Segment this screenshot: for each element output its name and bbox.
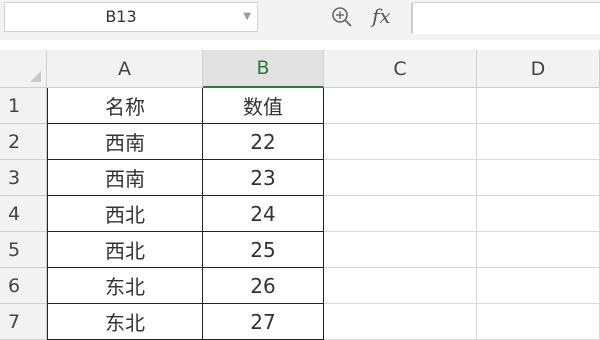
cell-d6[interactable]	[477, 268, 600, 304]
cell-a6[interactable]: 东北	[47, 268, 203, 304]
cell-d7[interactable]	[477, 304, 600, 340]
cell-d1[interactable]	[477, 88, 600, 124]
row-header[interactable]: 7	[0, 304, 47, 340]
cell-c2[interactable]	[324, 124, 477, 160]
cell-d2[interactable]	[477, 124, 600, 160]
name-box-value: B13	[105, 7, 137, 26]
column-header-b[interactable]: B	[203, 50, 324, 88]
cell-c6[interactable]	[324, 268, 477, 304]
cell-c5[interactable]	[324, 232, 477, 268]
name-box[interactable]: B13 ▼	[4, 2, 258, 32]
row-header[interactable]: 1	[0, 88, 47, 124]
cell-b3[interactable]: 23	[203, 160, 324, 196]
cell-b6[interactable]: 26	[203, 268, 324, 304]
select-all-icon	[30, 71, 41, 82]
row-header[interactable]: 4	[0, 196, 47, 232]
cell-a4[interactable]: 西北	[47, 196, 203, 232]
cell-b1[interactable]: 数值	[203, 88, 324, 124]
cell-c3[interactable]	[324, 160, 477, 196]
row-header[interactable]: 5	[0, 232, 47, 268]
cell-d5[interactable]	[477, 232, 600, 268]
cell-c4[interactable]	[324, 196, 477, 232]
column-header-d[interactable]: D	[477, 50, 600, 88]
cell-a1[interactable]: 名称	[47, 88, 203, 124]
cell-c7[interactable]	[324, 304, 477, 340]
cell-d3[interactable]	[477, 160, 600, 196]
cell-b4[interactable]: 24	[203, 196, 324, 232]
cell-a2[interactable]: 西南	[47, 124, 203, 160]
select-all-corner[interactable]	[0, 50, 47, 88]
name-box-dropdown-icon[interactable]: ▼	[243, 11, 251, 22]
cell-b5[interactable]: 25	[203, 232, 324, 268]
cell-c1[interactable]	[324, 88, 477, 124]
cell-b7[interactable]: 27	[203, 304, 324, 340]
cell-a3[interactable]: 西南	[47, 160, 203, 196]
column-header-a[interactable]: A	[47, 50, 203, 88]
cell-a5[interactable]: 西北	[47, 232, 203, 268]
row-header[interactable]: 2	[0, 124, 47, 160]
fx-insert-function-icon[interactable]: fx	[372, 4, 391, 28]
row-header[interactable]: 3	[0, 160, 47, 196]
row-header[interactable]: 6	[0, 268, 47, 304]
cell-a7[interactable]: 东北	[47, 304, 203, 340]
magnifier-zoom-icon[interactable]	[330, 5, 354, 29]
cell-d4[interactable]	[477, 196, 600, 232]
formula-bar: B13 ▼ fx	[0, 0, 600, 40]
cell-b2[interactable]: 22	[203, 124, 324, 160]
formula-input[interactable]	[412, 2, 600, 34]
column-header-c[interactable]: C	[324, 50, 477, 88]
